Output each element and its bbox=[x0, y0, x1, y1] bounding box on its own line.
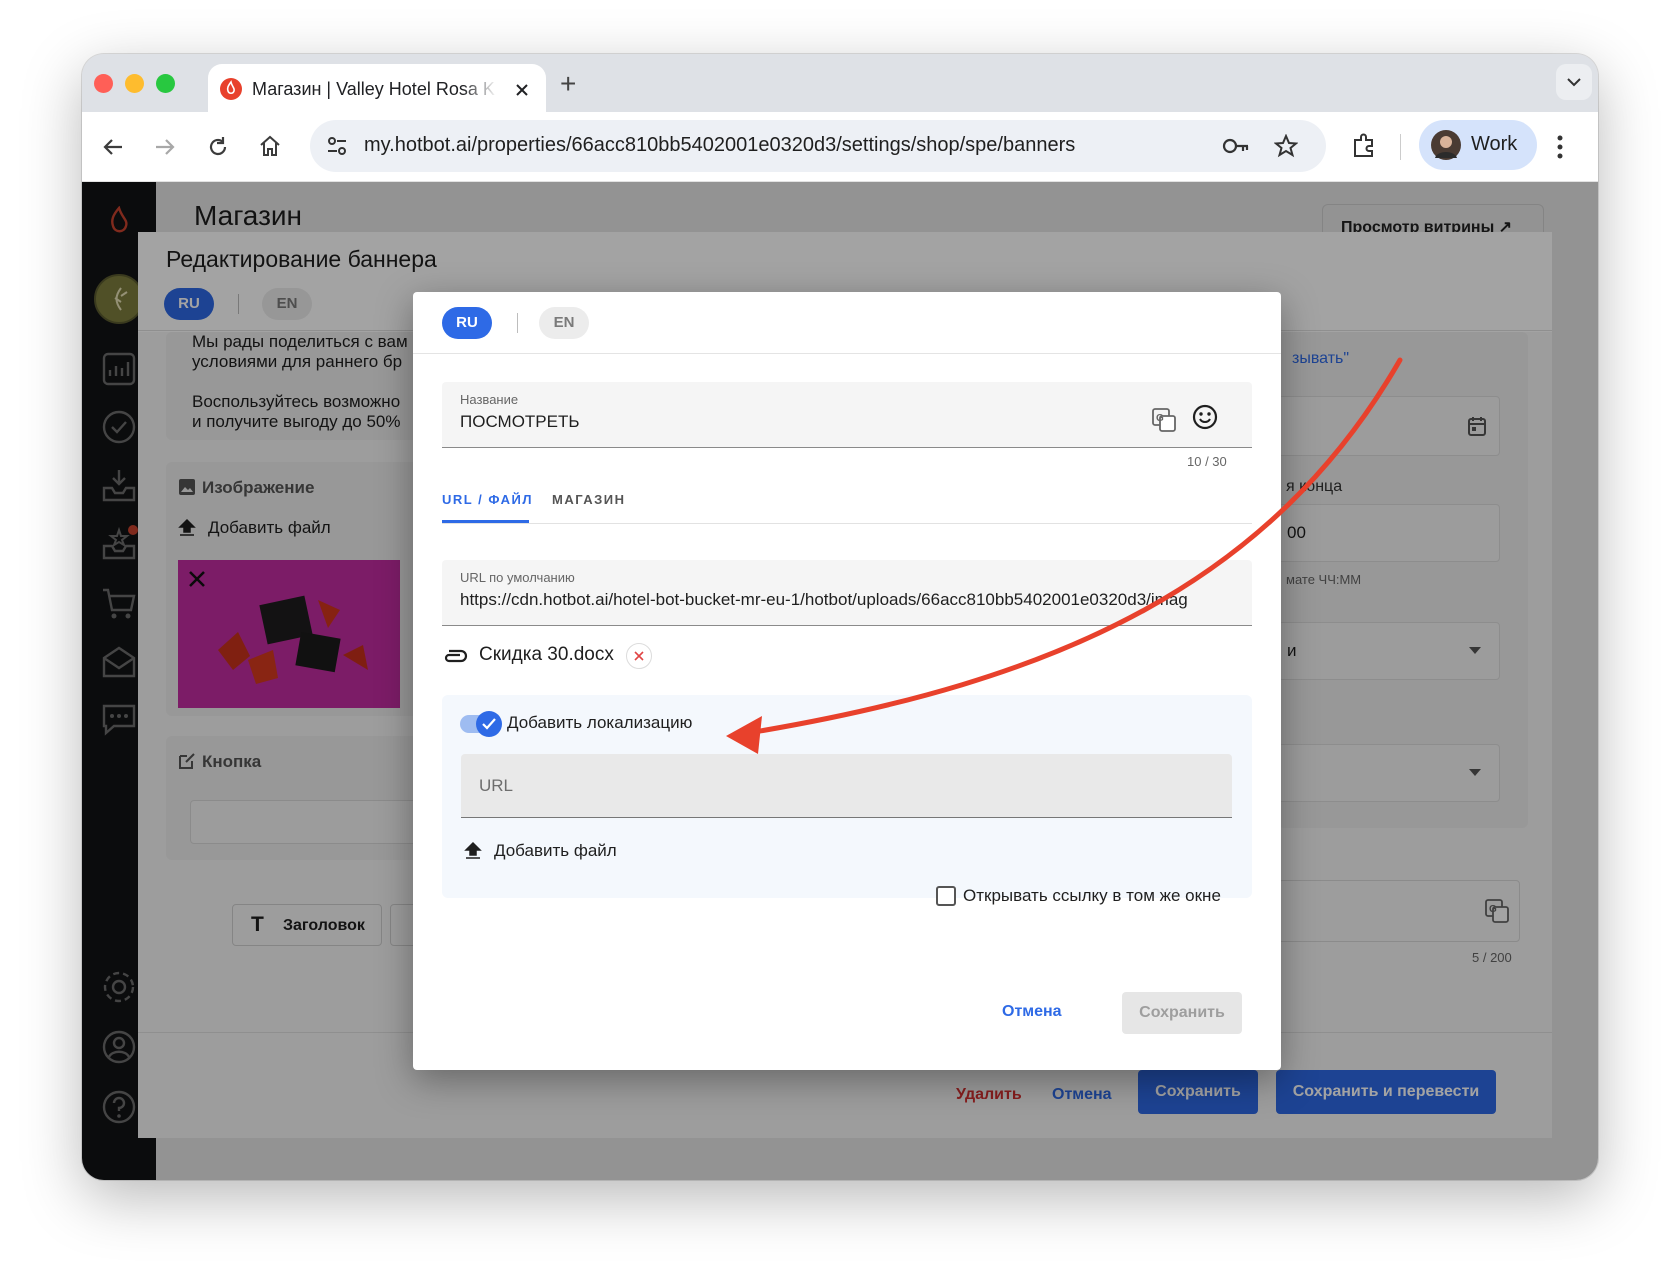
password-key-icon[interactable] bbox=[1222, 136, 1250, 156]
chevron-down-icon bbox=[1567, 78, 1581, 87]
address-bar[interactable]: my.hotbot.ai/properties/66acc810bb540200… bbox=[310, 120, 1326, 172]
back-arrow-icon[interactable] bbox=[102, 136, 124, 158]
browser-window: Магазин | Valley Hotel Rosa K + my.hotbo… bbox=[82, 54, 1598, 1180]
minimize-window-button[interactable] bbox=[125, 74, 144, 93]
site-settings-icon[interactable] bbox=[326, 135, 348, 157]
page-content: Магазин Просмотр витрины ↗ Редактировани… bbox=[82, 182, 1598, 1180]
new-tab-button[interactable]: + bbox=[560, 68, 576, 100]
close-window-button[interactable] bbox=[94, 74, 113, 93]
toolbar-divider bbox=[1400, 134, 1401, 160]
reload-icon[interactable] bbox=[206, 135, 230, 159]
maximize-window-button[interactable] bbox=[156, 74, 175, 93]
profile-label: Work bbox=[1471, 133, 1518, 155]
url-text: my.hotbot.ai/properties/66acc810bb540200… bbox=[364, 134, 1076, 156]
annotation-arrow bbox=[726, 357, 1403, 754]
profile-avatar-icon bbox=[1431, 130, 1461, 160]
tab-search-button[interactable] bbox=[1556, 64, 1592, 100]
hotbot-favicon-icon bbox=[220, 78, 242, 100]
forward-arrow-icon[interactable] bbox=[154, 136, 176, 158]
bookmark-star-icon[interactable] bbox=[1274, 134, 1298, 158]
close-tab-icon[interactable] bbox=[514, 82, 530, 98]
tab-title: Магазин | Valley Hotel Rosa K bbox=[252, 79, 495, 99]
browser-toolbar: my.hotbot.ai/properties/66acc810bb540200… bbox=[82, 112, 1598, 182]
home-icon[interactable] bbox=[258, 134, 282, 158]
tab-bar: Магазин | Valley Hotel Rosa K + bbox=[82, 54, 1598, 116]
profile-chip[interactable]: Work bbox=[1419, 120, 1537, 170]
tab-active[interactable]: Магазин | Valley Hotel Rosa K bbox=[208, 64, 546, 116]
more-menu-icon[interactable] bbox=[1556, 134, 1564, 160]
extensions-puzzle-icon[interactable] bbox=[1350, 132, 1378, 160]
